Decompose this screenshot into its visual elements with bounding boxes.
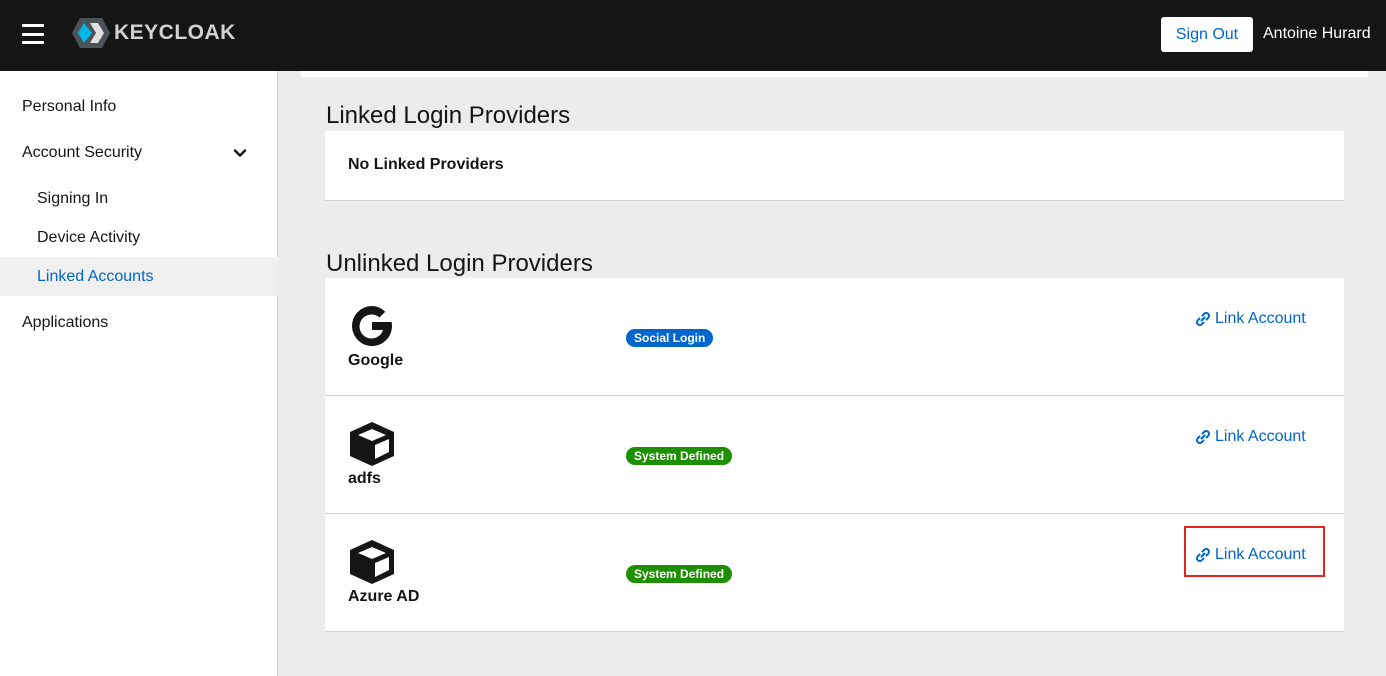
link-icon (1195, 311, 1211, 327)
main-top-strip (301, 71, 1368, 77)
sidebar-item-label: Applications (22, 314, 109, 331)
linked-providers-card: No Linked Providers (325, 131, 1344, 201)
link-account-button-azure-ad[interactable]: Link Account (1195, 544, 1306, 566)
provider-name: adfs (348, 470, 381, 487)
sidebar-item-personal-info[interactable]: Personal Info (0, 98, 278, 120)
provider-row-azure-ad: Azure AD System Defined Link Account (325, 514, 1344, 632)
sidebar-item-label: Device Activity (37, 229, 141, 246)
link-icon (1195, 547, 1211, 563)
no-linked-providers-text: No Linked Providers (348, 156, 504, 173)
google-icon (352, 306, 393, 346)
sidebar-item-linked-accounts[interactable]: Linked Accounts (0, 257, 278, 296)
link-account-label: Link Account (1215, 546, 1306, 563)
sidebar-nav: Personal Info Account Security Signing I… (0, 71, 278, 676)
unlinked-providers-title: Unlinked Login Providers (326, 250, 593, 277)
keycloak-logo-icon (72, 18, 110, 48)
hamburger-icon[interactable] (22, 24, 44, 44)
cube-icon (350, 422, 394, 466)
system-defined-badge: System Defined (626, 447, 733, 465)
link-account-button-google[interactable]: Link Account (1195, 308, 1306, 330)
sidebar-item-device-activity[interactable]: Device Activity (0, 229, 278, 251)
provider-name: Google (348, 352, 404, 369)
logo-text: KEYCLOAK (114, 21, 236, 44)
provider-name: Azure AD (348, 588, 420, 605)
social-login-badge: Social Login (626, 329, 714, 347)
sidebar-item-account-security[interactable]: Account Security (0, 144, 278, 166)
keycloak-logo[interactable]: KEYCLOAK (72, 18, 236, 48)
sidebar-item-label: Account Security (22, 144, 143, 161)
provider-row-google: Google Social Login Link Account (325, 278, 1344, 396)
link-icon (1195, 429, 1211, 445)
provider-row-adfs: adfs System Defined Link Account (325, 396, 1344, 514)
top-header: KEYCLOAK Sign Out Antoine Hurard (0, 0, 1386, 71)
sign-out-button[interactable]: Sign Out (1161, 17, 1253, 52)
sidebar-item-label: Personal Info (22, 98, 117, 115)
linked-providers-title: Linked Login Providers (326, 102, 571, 129)
sidebar-item-label: Linked Accounts (37, 268, 154, 285)
link-account-label: Link Account (1215, 310, 1306, 327)
user-name[interactable]: Antoine Hurard (1263, 25, 1371, 43)
sidebar-item-signing-in[interactable]: Signing In (0, 190, 278, 212)
link-account-label: Link Account (1215, 428, 1306, 445)
system-defined-badge: System Defined (626, 565, 733, 583)
sidebar-item-label: Signing In (37, 190, 109, 207)
sidebar-item-applications[interactable]: Applications (0, 314, 278, 336)
cube-icon (350, 540, 394, 584)
chevron-down-icon[interactable] (233, 146, 247, 160)
link-account-button-adfs[interactable]: Link Account (1195, 426, 1306, 448)
